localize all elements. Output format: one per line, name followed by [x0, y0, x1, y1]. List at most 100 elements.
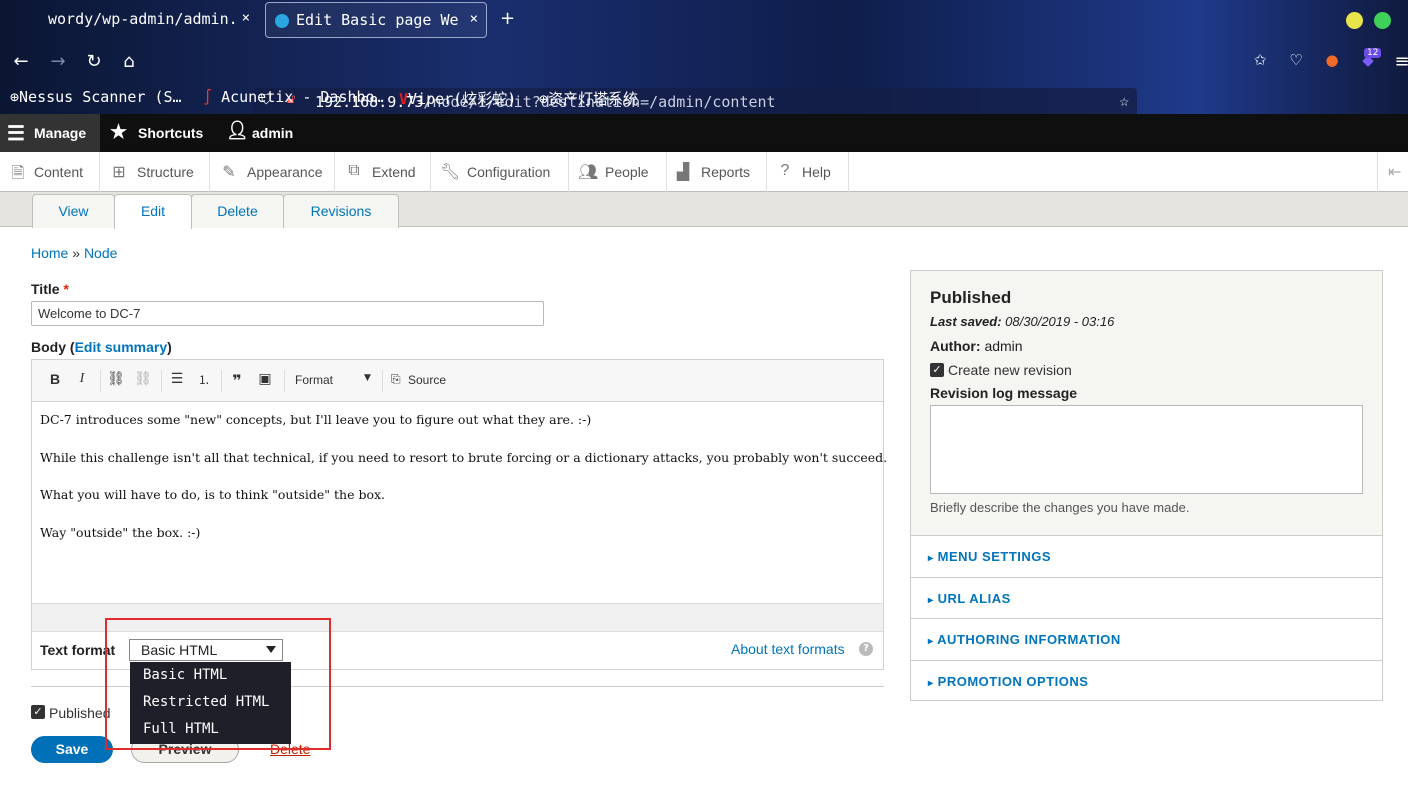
browser-nav-row: ← → ↻ ⌂ ⛉ 🔓︎ 192.168.9.73/node/1/edit?de… — [0, 40, 1408, 117]
body-paragraph: While this challenge isn't all that tech… — [40, 449, 888, 465]
minimize-button[interactable] — [1346, 12, 1363, 29]
author: Author: admin — [930, 338, 1023, 354]
link-icon[interactable]: ⛓ — [107, 371, 125, 387]
help-icon: ? — [780, 162, 790, 179]
menu-item-structure[interactable]: ⊞ Structure — [100, 152, 210, 192]
revision-log-textarea[interactable] — [930, 405, 1363, 494]
toolbar-manage-label: Manage — [34, 125, 87, 141]
create-revision-checkbox[interactable]: ✓ — [930, 363, 944, 377]
close-icon[interactable]: × — [470, 11, 478, 27]
blockquote-icon[interactable]: ❞ — [228, 371, 246, 390]
text-format-label: Text format — [40, 642, 116, 658]
extension-fox-icon[interactable]: ● — [1322, 51, 1342, 69]
triangle-right-icon: ▸ — [928, 553, 934, 564]
breadcrumb-home[interactable]: Home — [31, 245, 68, 261]
section-url-alias[interactable]: ▸ URL ALIAS — [911, 577, 1382, 619]
bookmark-asset[interactable]: ⊕资产灯塔系统 — [539, 88, 638, 109]
browser-tab-bar: wordy/wp-admin/admin. × Edit Basic page … — [0, 0, 1408, 40]
forward-arrow-icon[interactable]: → — [48, 51, 68, 72]
home-icon[interactable]: ⌂ — [119, 51, 139, 72]
back-arrow-icon[interactable]: ← — [11, 51, 31, 72]
toolbar-shortcuts[interactable]: ★ Shortcuts — [110, 114, 210, 152]
bookmark-acunetix[interactable]: ∫ Acunetix - Dashbo… — [203, 88, 384, 106]
puzzle-icon: ⧉ — [348, 162, 360, 179]
title-label: Title * — [31, 281, 69, 297]
body-paragraph: DC-7 introduces some "new" concepts, but… — [40, 412, 592, 427]
option-basic-html[interactable]: Basic HTML — [143, 667, 227, 687]
collapse-toolbar-icon[interactable]: ⇤ — [1377, 152, 1408, 192]
menu-item-appearance[interactable]: ✎ Appearance — [210, 152, 335, 192]
breadcrumb-node[interactable]: Node — [84, 245, 117, 261]
tab-delete[interactable]: Delete — [191, 194, 284, 228]
section-authoring-information[interactable]: ▸ AUTHORING INFORMATION — [911, 618, 1382, 660]
last-saved: Last saved: 08/30/2019 - 03:16 — [930, 314, 1115, 329]
title-input[interactable]: Welcome to DC-7 — [31, 301, 544, 326]
editor-content[interactable]: DC-7 introduces some "new" concepts, but… — [40, 412, 888, 562]
browser-chrome: wordy/wp-admin/admin. × Edit Basic page … — [0, 0, 1408, 117]
toolbar-divider — [221, 370, 222, 392]
unlink-icon[interactable]: ⛓ — [134, 371, 152, 387]
toolbar-manage[interactable]: ☰ Manage — [0, 114, 100, 152]
menu-item-reports[interactable]: ▟ Reports — [667, 152, 767, 192]
maximize-button[interactable] — [1374, 12, 1391, 29]
option-restricted-html[interactable]: Restricted HTML — [143, 694, 269, 714]
published-label: Published — [49, 705, 111, 721]
new-tab-button[interactable]: + — [500, 8, 515, 29]
save-button[interactable]: Save — [31, 736, 113, 763]
menu-item-extend[interactable]: ⧉ Extend — [335, 152, 431, 192]
user-icon: 👤︎ — [226, 120, 249, 140]
toolbar-user-label: admin — [252, 125, 294, 141]
bookmark-viper[interactable]: VViper(炫彩蛇) — [399, 88, 516, 109]
menu-item-content[interactable]: 🗎︎ Content — [0, 152, 100, 192]
menu-icon[interactable]: ≡ — [1392, 51, 1408, 72]
create-revision-label: Create new revision — [948, 362, 1072, 378]
italic-button[interactable]: I — [73, 371, 91, 387]
source-button[interactable]: Source — [408, 373, 446, 387]
browser-tab-edit-page[interactable]: Edit Basic page We × — [265, 2, 487, 38]
admin-menu: 🗎︎ Content ⊞ Structure ✎ Appearance ⧉ Extend… — [0, 152, 1408, 192]
extension-badge: 12 — [1364, 48, 1382, 58]
bookmarks-icon[interactable]: ✩ — [1250, 51, 1270, 69]
bulleted-list-icon[interactable]: ☰ — [168, 371, 186, 387]
pocket-icon[interactable]: ♡ — [1286, 51, 1306, 69]
help-icon[interactable]: ? — [859, 642, 873, 656]
close-icon[interactable]: × — [242, 10, 250, 26]
structure-icon: ⊞ — [112, 164, 126, 181]
body-paragraph: What you will have to do, is to think "o… — [40, 487, 386, 502]
reload-icon[interactable]: ↻ — [84, 51, 104, 72]
tab-edit[interactable]: Edit — [114, 194, 192, 229]
menu-item-people[interactable]: 👥︎ People — [569, 152, 667, 192]
tab-view[interactable]: View — [32, 194, 115, 228]
globe-icon: ⊕ — [10, 88, 20, 106]
section-promotion-options[interactable]: ▸ PROMOTION OPTIONS — [911, 660, 1382, 700]
triangle-right-icon: ▸ — [928, 595, 934, 606]
hamburger-icon: ☰ — [7, 123, 25, 145]
published-checkbox[interactable]: ✓ — [31, 705, 45, 719]
breadcrumb: Home » Node — [31, 245, 117, 261]
edit-summary-link[interactable]: Edit summary — [75, 339, 168, 355]
bookmark-nessus[interactable]: ⊕Nessus Scanner (S… — [10, 88, 182, 106]
toolbar-user[interactable]: 👤︎ admin — [226, 114, 306, 152]
wrench-icon: 🔧︎ — [440, 164, 461, 181]
toolbar-divider — [100, 370, 101, 392]
drupal-favicon-icon — [275, 14, 289, 28]
toolbar-divider — [161, 370, 162, 392]
revision-log-label: Revision log message — [930, 385, 1078, 401]
option-full-html[interactable]: Full HTML — [143, 721, 219, 741]
section-menu-settings[interactable]: ▸ MENU SETTINGS — [911, 535, 1382, 577]
browser-tab-wordy[interactable]: wordy/wp-admin/admin. × — [0, 2, 258, 38]
text-format-options-overlay: Basic HTML Restricted HTML Full HTML — [130, 662, 291, 744]
menu-item-help[interactable]: ? Help — [767, 152, 849, 192]
triangle-right-icon: ▸ — [928, 678, 934, 689]
source-icon: ⎘ — [391, 372, 401, 386]
bar-chart-icon: ▟ — [676, 164, 690, 181]
image-icon[interactable]: ▣ — [256, 371, 274, 387]
about-text-formats-link[interactable]: About text formats — [731, 641, 845, 657]
format-dropdown[interactable]: Format — [295, 373, 333, 387]
tab-title: wordy/wp-admin/admin. — [48, 10, 238, 28]
bold-button[interactable]: B — [46, 371, 64, 387]
numbered-list-icon[interactable]: ⒈ — [195, 371, 213, 388]
menu-item-configuration[interactable]: 🔧︎ Configuration — [431, 152, 569, 192]
acunetix-icon: ∫ — [203, 88, 213, 106]
tab-revisions[interactable]: Revisions — [283, 194, 399, 228]
